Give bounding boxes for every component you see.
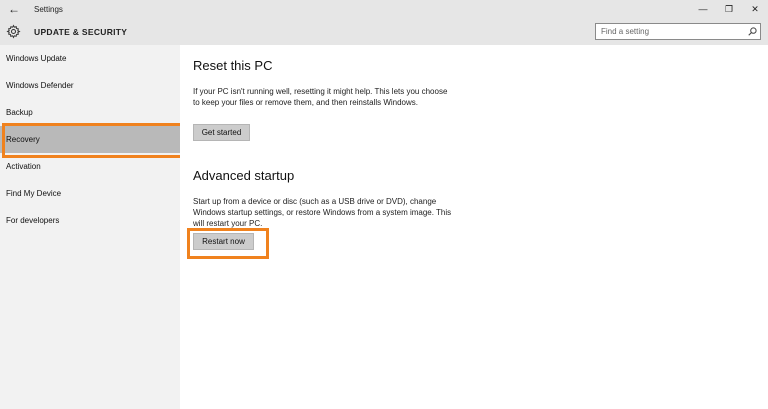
- reset-description: If your PC isn't running well, resetting…: [193, 87, 448, 107]
- section-header: UPDATE & SECURITY: [0, 18, 768, 45]
- sidebar-item-label: Activation: [6, 162, 41, 171]
- advanced-startup-title: Advanced startup: [193, 168, 295, 183]
- sidebar-item-windows-defender[interactable]: Windows Defender: [0, 72, 180, 99]
- window-title: Settings: [34, 4, 63, 14]
- search-box[interactable]: [595, 23, 761, 40]
- sidebar-item-activation[interactable]: Activation: [0, 153, 180, 180]
- sidebar-item-for-developers[interactable]: For developers: [0, 207, 180, 234]
- sidebar-item-find-my-device[interactable]: Find My Device: [0, 180, 180, 207]
- minimize-button[interactable]: —: [690, 0, 716, 18]
- maximize-button[interactable]: ❐: [716, 0, 742, 18]
- back-button[interactable]: ←: [0, 0, 28, 18]
- close-icon: ✕: [751, 3, 759, 14]
- sidebar-item-label: Recovery: [6, 135, 40, 144]
- sidebar-item-recovery[interactable]: Recovery: [0, 126, 180, 153]
- sidebar-item-label: Windows Defender: [6, 81, 74, 90]
- close-button[interactable]: ✕: [742, 0, 768, 18]
- gear-icon: [6, 24, 21, 39]
- main-content: Reset this PC If your PC isn't running w…: [180, 45, 768, 409]
- sidebar-item-windows-update[interactable]: Windows Update: [0, 45, 180, 72]
- reset-section-title: Reset this PC: [193, 58, 273, 73]
- sidebar-item-label: Find My Device: [6, 189, 62, 198]
- search-icon[interactable]: [744, 24, 760, 39]
- settings-window: ← Settings — ❐ ✕ UPDATE & SECURITY Find …: [0, 0, 768, 409]
- get-started-button[interactable]: Get started: [193, 124, 250, 141]
- sidebar-item-label: Backup: [6, 108, 33, 117]
- title-bar: ← Settings — ❐ ✕: [0, 0, 768, 18]
- sidebar-item-backup[interactable]: Backup: [0, 99, 180, 126]
- maximize-icon: ❐: [724, 3, 734, 14]
- restart-now-button[interactable]: Restart now: [193, 233, 254, 250]
- sidebar-item-label: For developers: [6, 216, 60, 225]
- minimize-icon: —: [698, 4, 708, 14]
- section-title: UPDATE & SECURITY: [34, 27, 128, 37]
- back-arrow-icon: ←: [8, 2, 20, 16]
- search-input[interactable]: [596, 24, 744, 39]
- sidebar-item-label: Windows Update: [6, 54, 67, 63]
- sidebar: Windows Update Windows Defender Backup R…: [0, 45, 180, 409]
- advanced-startup-description: Start up from a device or disc (such as …: [193, 197, 452, 228]
- window-controls: — ❐ ✕: [690, 0, 768, 18]
